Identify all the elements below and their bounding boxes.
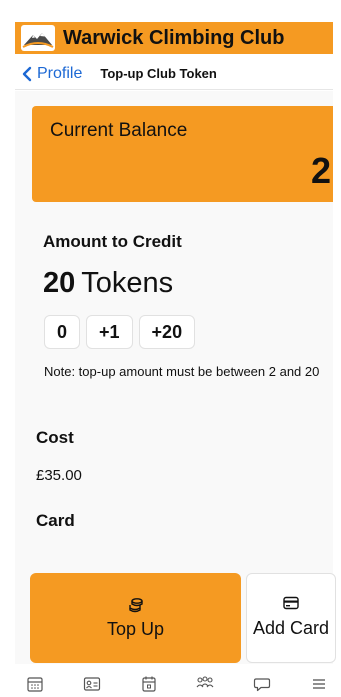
calendar-icon	[141, 676, 156, 692]
token-amount: 20 Tokens	[43, 267, 173, 300]
tab-schedule[interactable]	[25, 674, 45, 694]
cost-value: £35.00	[36, 467, 82, 484]
action-row: Top Up Add Card	[30, 573, 336, 663]
back-button-label: Profile	[37, 64, 83, 82]
balance-card: Current Balance 2	[32, 106, 333, 202]
tab-chat[interactable]	[252, 674, 272, 694]
add-card-button[interactable]: Add Card	[246, 573, 336, 663]
page-title: Top-up Club Token	[100, 66, 217, 81]
id-card-icon	[83, 677, 100, 691]
tab-bar	[15, 674, 341, 697]
amount-note: Note: top-up amount must be between 2 an…	[44, 364, 320, 379]
tab-members[interactable]	[195, 674, 215, 694]
add-card-label: Add Card	[252, 618, 330, 638]
chat-icon	[254, 678, 271, 692]
content-area: Current Balance 2 Amount to Credit 20 To…	[15, 91, 336, 664]
back-button[interactable]: Profile	[21, 65, 82, 83]
tab-menu[interactable]	[309, 674, 329, 694]
token-unit: Tokens	[81, 267, 174, 299]
card-label: Card	[36, 511, 75, 530]
amount-label: Amount to Credit	[43, 232, 182, 251]
mountain-icon	[21, 25, 55, 51]
chevron-left-icon	[22, 66, 32, 81]
balance-value: 2	[310, 150, 331, 191]
top-up-button[interactable]: Top Up	[30, 573, 241, 663]
app-header: Warwick Climbing Club	[15, 22, 333, 54]
app-title: Warwick Climbing Club	[63, 26, 285, 49]
menu-icon	[312, 679, 325, 689]
amount-buttons: 0 +1 +20	[44, 315, 196, 349]
tab-events[interactable]	[139, 674, 159, 694]
add-one-button[interactable]: +1	[86, 315, 133, 349]
balance-label: Current Balance	[50, 120, 188, 141]
app-screen: Warwick Climbing Club Profile Top-up Clu…	[0, 0, 341, 697]
credit-card-icon	[283, 596, 299, 610]
navigation-bar: Profile Top-up Club Token	[15, 58, 333, 90]
tab-membership[interactable]	[82, 674, 102, 694]
token-count: 20	[43, 267, 76, 299]
people-icon	[196, 676, 214, 688]
top-up-label: Top Up	[106, 618, 165, 639]
calendar-grid-icon	[27, 677, 43, 692]
add-twenty-button[interactable]: +20	[138, 315, 196, 349]
coins-icon	[128, 597, 143, 612]
cost-label: Cost	[36, 428, 74, 447]
set-zero-button[interactable]: 0	[44, 315, 81, 349]
